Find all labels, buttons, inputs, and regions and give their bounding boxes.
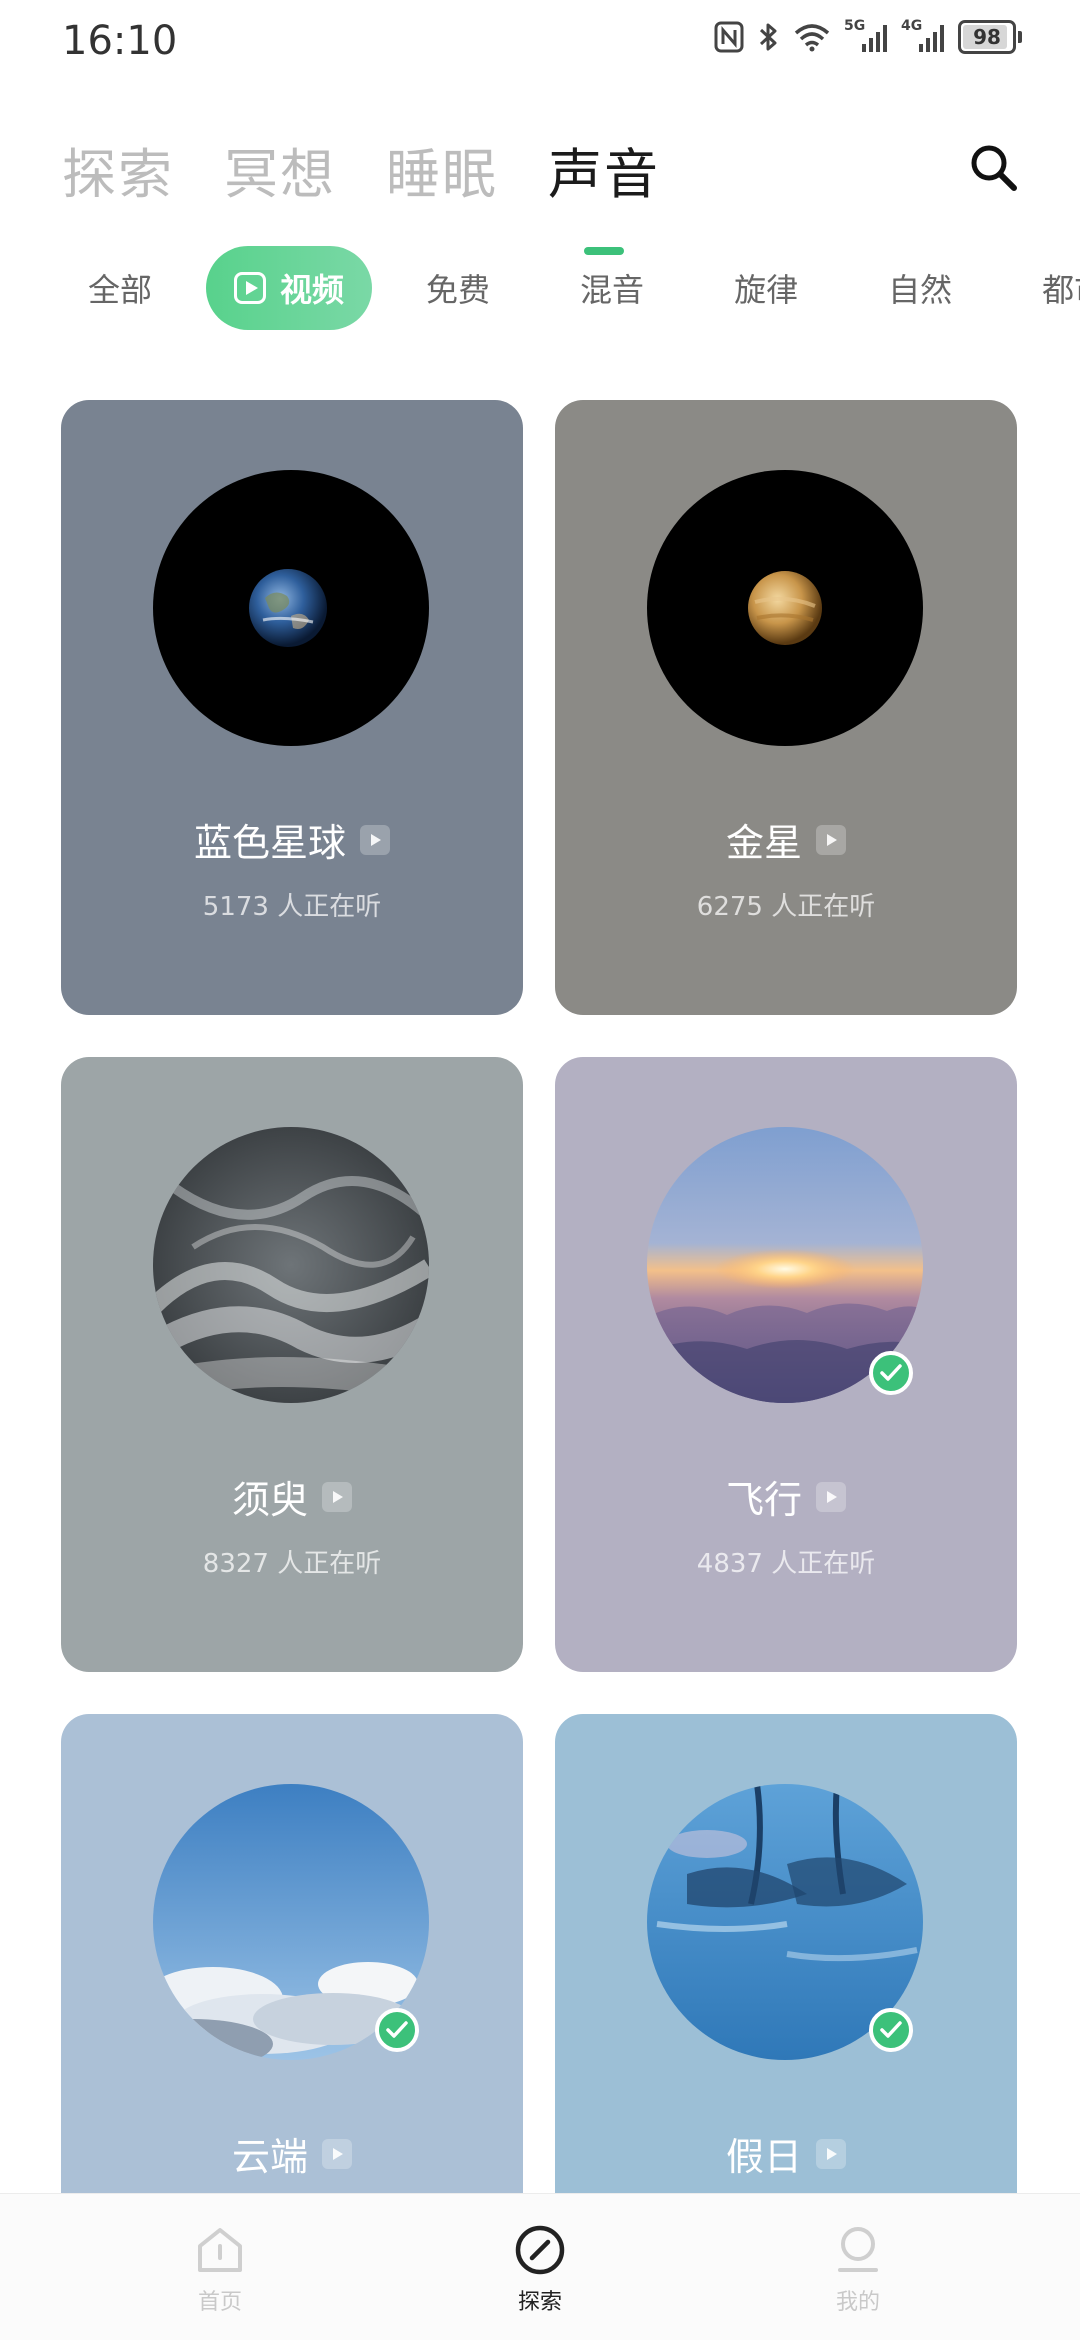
- status-time: 16:10: [62, 18, 178, 64]
- card-artwork-smoke: [153, 1127, 429, 1403]
- chip-nature[interactable]: 自然: [852, 246, 988, 330]
- tab-sound[interactable]: 声音: [548, 130, 660, 255]
- signal-4g-icon: 4G: [901, 18, 944, 52]
- chip-free[interactable]: 免费: [390, 246, 526, 330]
- tab-explore[interactable]: 探索: [62, 130, 174, 209]
- play-icon[interactable]: [360, 824, 390, 855]
- sound-card-moment[interactable]: 须臾 8327 人正在听: [61, 1057, 523, 1672]
- chip-all[interactable]: 全部: [52, 246, 188, 330]
- card-artwork-venus: [647, 470, 923, 746]
- tab-sleep[interactable]: 睡眠: [386, 130, 498, 209]
- nav-home[interactable]: 首页: [160, 2222, 280, 2316]
- battery-icon: 98: [958, 20, 1022, 54]
- chip-city[interactable]: 都市: [1006, 246, 1080, 330]
- bluetooth-icon: [758, 21, 780, 53]
- card-title: 须臾: [231, 1478, 308, 1522]
- listener-count: 5173 人正在听: [202, 892, 382, 922]
- play-icon[interactable]: [816, 824, 846, 855]
- card-artwork-earth: [153, 470, 429, 746]
- downloaded-check-icon: [375, 2008, 419, 2052]
- downloaded-check-icon: [869, 1351, 913, 1395]
- tab-meditation[interactable]: 冥想: [224, 130, 336, 209]
- category-chips: 全部 视频 免费 混音 旋律 自然 都市: [52, 246, 1080, 330]
- card-title: 金星: [725, 821, 802, 865]
- sound-card-flight[interactable]: 飞行 4837 人正在听: [555, 1057, 1017, 1672]
- nav-profile[interactable]: 我的: [798, 2222, 918, 2316]
- top-tabs: 探索 冥想 睡眠 声音: [62, 130, 660, 255]
- listener-count: 6275 人正在听: [696, 892, 876, 922]
- nav-explore[interactable]: 探索: [480, 2222, 600, 2316]
- card-title: 假日: [725, 2135, 802, 2179]
- listener-count: 8327 人正在听: [202, 1549, 382, 1579]
- signal-5g-icon: 5G: [844, 18, 887, 52]
- status-icons: 5G 4G 98: [714, 18, 1022, 54]
- wifi-icon: [794, 22, 830, 52]
- card-title: 飞行: [725, 1478, 802, 1522]
- card-title: 云端: [231, 2135, 308, 2179]
- listener-count: 4837 人正在听: [696, 1549, 876, 1579]
- sound-card-venus[interactable]: 金星 6275 人正在听: [555, 400, 1017, 1015]
- chip-video[interactable]: 视频: [206, 246, 373, 330]
- compass-icon: [515, 2225, 565, 2275]
- search-button[interactable]: [966, 140, 1022, 196]
- video-play-icon: [234, 272, 267, 304]
- downloaded-check-icon: [869, 2008, 913, 2052]
- play-icon[interactable]: [322, 2138, 352, 2169]
- battery-level: 98: [973, 25, 1001, 49]
- profile-icon: [838, 2227, 878, 2272]
- nfc-icon: [714, 21, 744, 53]
- play-icon[interactable]: [816, 1481, 846, 1512]
- search-icon: [971, 145, 1017, 191]
- play-icon[interactable]: [816, 2138, 846, 2169]
- play-icon[interactable]: [322, 1481, 352, 1512]
- card-title: 蓝色星球: [193, 821, 346, 865]
- chip-melody[interactable]: 旋律: [698, 246, 834, 330]
- sound-card-blue-planet[interactable]: 蓝色星球 5173 人正在听: [61, 400, 523, 1015]
- status-bar: 16:10 5G 4G 98: [0, 0, 1080, 84]
- bottom-navigation: 首页 探索 我的: [0, 2193, 1080, 2340]
- chip-mix[interactable]: 混音: [544, 246, 680, 330]
- home-icon: [198, 2228, 242, 2272]
